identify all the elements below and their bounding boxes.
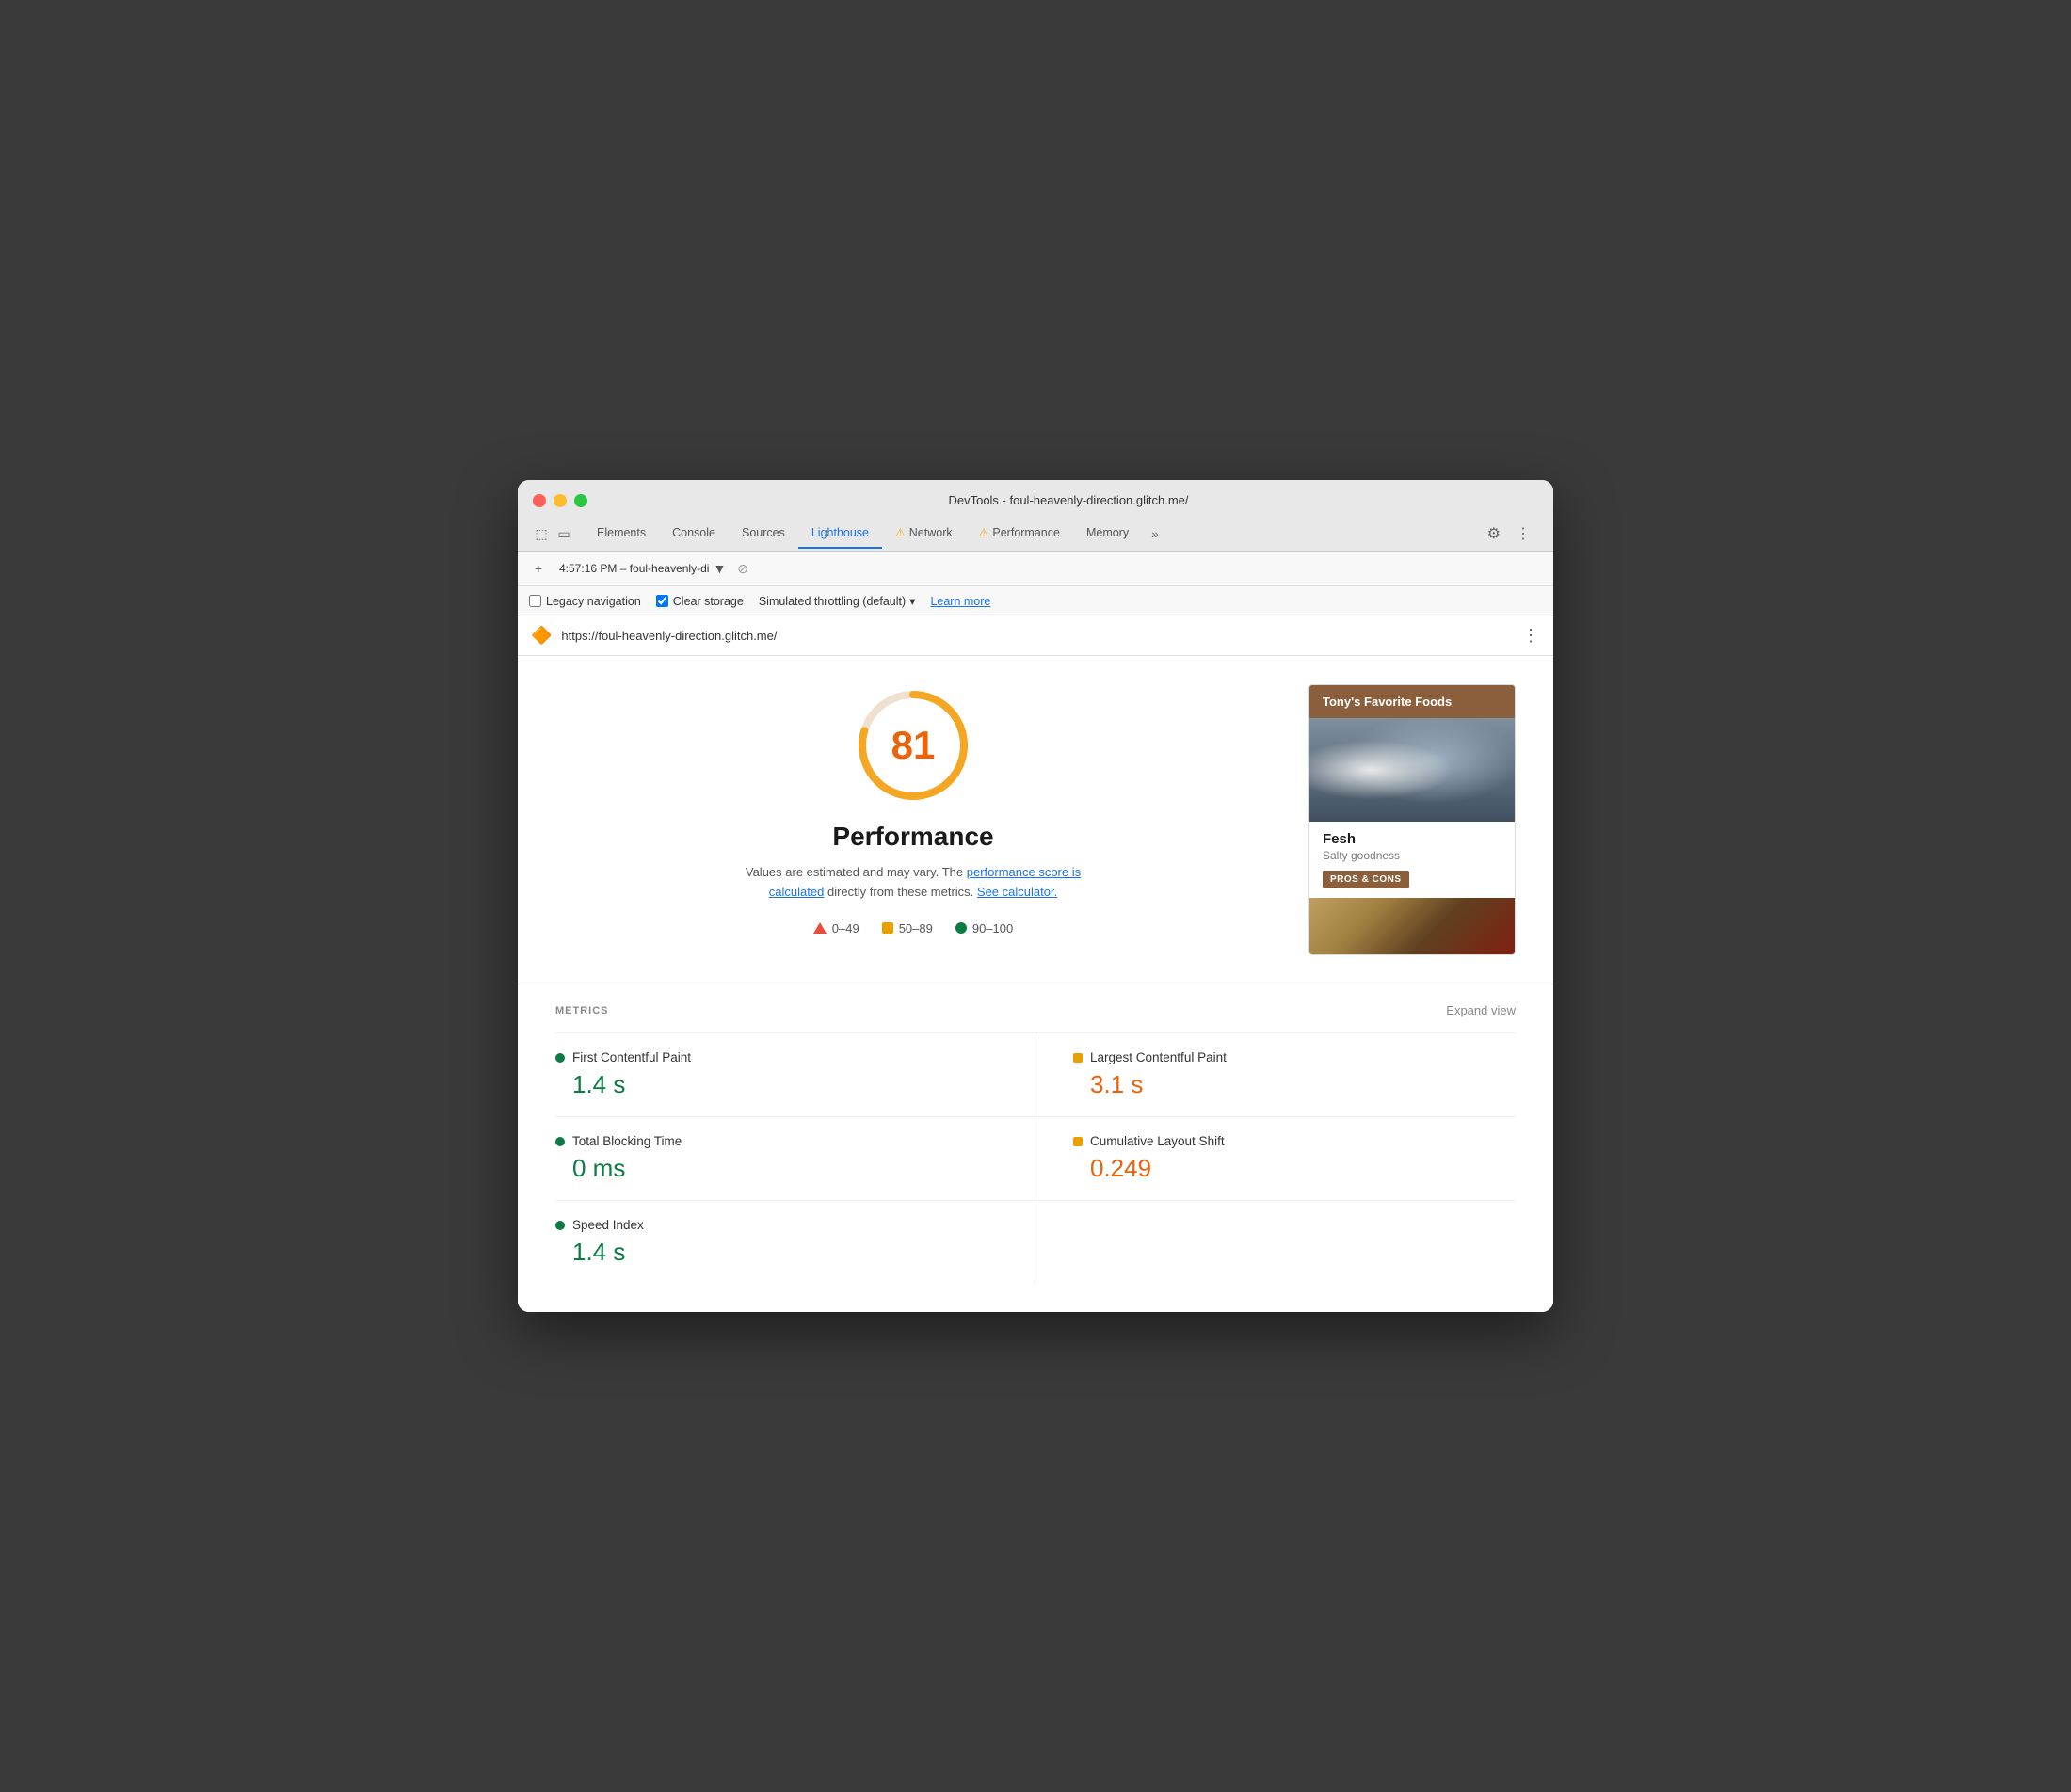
metrics-section-label: METRICS bbox=[555, 1005, 609, 1016]
clear-storage-checkbox[interactable] bbox=[656, 595, 668, 607]
toolbar: + 4:57:16 PM – foul-heavenly-di ▼ ⊘ bbox=[518, 552, 1553, 586]
tab-performance[interactable]: ⚠ Performance bbox=[966, 519, 1073, 549]
warning-icon-network: ⚠ bbox=[895, 526, 906, 539]
metric-tbt: Total Blocking Time 0 ms bbox=[555, 1117, 1036, 1201]
fish-photo bbox=[1309, 718, 1515, 822]
si-label: Speed Index bbox=[572, 1218, 644, 1232]
clear-storage-group: Clear storage bbox=[656, 595, 744, 608]
legend-good: 90–100 bbox=[955, 921, 1013, 936]
score-ring: 81 bbox=[852, 684, 974, 807]
devtools-tabs: ⬚ ▭ Elements Console Sources Lighthouse … bbox=[533, 517, 1538, 551]
preview-card: Tony's Favorite Foods Fesh Salty goodnes… bbox=[1308, 684, 1516, 955]
metric-lcp: Largest Contentful Paint 3.1 s bbox=[1036, 1033, 1516, 1117]
url-more-icon[interactable]: ⋮ bbox=[1522, 626, 1540, 646]
timestamp-display: 4:57:16 PM – foul-heavenly-di ▼ bbox=[559, 561, 726, 576]
cursor-icon[interactable]: ⬚ bbox=[533, 525, 550, 542]
si-value: 1.4 s bbox=[555, 1238, 997, 1267]
legacy-navigation-checkbox[interactable] bbox=[529, 595, 541, 607]
metric-si: Speed Index 1.4 s bbox=[555, 1201, 1036, 1284]
expand-view-button[interactable]: Expand view bbox=[1446, 1003, 1516, 1017]
fcp-label: First Contentful Paint bbox=[572, 1050, 691, 1064]
main-content: 81 Performance Values are estimated and … bbox=[518, 656, 1553, 984]
no-entry-icon[interactable]: ⊘ bbox=[737, 561, 748, 577]
metrics-header: METRICS Expand view bbox=[555, 984, 1516, 1032]
warning-icon-performance: ⚠ bbox=[979, 526, 989, 539]
traffic-lights bbox=[533, 494, 587, 507]
tbt-value: 0 ms bbox=[555, 1154, 997, 1183]
card-item-title: Fesh bbox=[1323, 831, 1501, 847]
tbt-status-icon bbox=[555, 1137, 565, 1146]
tab-network[interactable]: ⚠ Network bbox=[882, 519, 966, 549]
card-header: Tony's Favorite Foods bbox=[1309, 685, 1515, 718]
fcp-status-icon bbox=[555, 1053, 565, 1063]
legend-average: 50–89 bbox=[882, 921, 933, 936]
lcp-status-icon bbox=[1073, 1053, 1083, 1063]
tab-elements[interactable]: Elements bbox=[584, 519, 659, 549]
page-icon: 🔶 bbox=[531, 626, 552, 646]
card-item-subtitle: Salty goodness bbox=[1323, 849, 1501, 862]
lcp-label: Largest Contentful Paint bbox=[1090, 1050, 1227, 1064]
close-button[interactable] bbox=[533, 494, 546, 507]
lcp-value: 3.1 s bbox=[1073, 1070, 1516, 1099]
score-section: 81 Performance Values are estimated and … bbox=[555, 684, 1271, 955]
url-text: https://foul-heavenly-direction.glitch.m… bbox=[561, 629, 1513, 643]
metrics-section: METRICS Expand view First Contentful Pai… bbox=[518, 984, 1553, 1312]
throttle-dropdown-icon: ▾ bbox=[909, 594, 915, 608]
device-icon[interactable]: ▭ bbox=[555, 525, 572, 542]
tab-lighthouse[interactable]: Lighthouse bbox=[798, 519, 882, 549]
calculator-link[interactable]: See calculator. bbox=[977, 885, 1057, 899]
options-bar: Legacy navigation Clear storage Simulate… bbox=[518, 586, 1553, 616]
good-indicator-icon bbox=[955, 922, 967, 934]
metric-fcp: First Contentful Paint 1.4 s bbox=[555, 1033, 1036, 1117]
timestamp-dropdown[interactable]: ▼ bbox=[713, 561, 726, 576]
card-image bbox=[1309, 718, 1515, 822]
pros-cons-button[interactable]: PROS & CONS bbox=[1323, 871, 1409, 888]
score-value: 81 bbox=[891, 723, 936, 768]
add-button[interactable]: + bbox=[529, 559, 548, 578]
devtools-window: DevTools - foul-heavenly-direction.glitc… bbox=[518, 480, 1553, 1312]
legend-poor: 0–49 bbox=[813, 921, 859, 936]
score-description: Values are estimated and may vary. The p… bbox=[734, 863, 1092, 903]
more-options-icon[interactable]: ⋮ bbox=[1508, 517, 1538, 551]
si-status-icon bbox=[555, 1221, 565, 1230]
tab-sources[interactable]: Sources bbox=[729, 519, 798, 549]
window-title: DevTools - foul-heavenly-direction.glitc… bbox=[599, 493, 1538, 507]
throttling-select[interactable]: Simulated throttling (default) ▾ bbox=[759, 594, 916, 608]
poor-indicator-icon bbox=[813, 922, 827, 934]
card-image2 bbox=[1309, 898, 1515, 954]
tab-console[interactable]: Console bbox=[659, 519, 729, 549]
settings-gear-icon[interactable]: ⚙ bbox=[1480, 517, 1508, 551]
minimize-button[interactable] bbox=[554, 494, 567, 507]
maximize-button[interactable] bbox=[574, 494, 587, 507]
legacy-navigation-group: Legacy navigation bbox=[529, 595, 641, 608]
score-legend: 0–49 50–89 90–100 bbox=[813, 921, 1013, 936]
learn-more-link[interactable]: Learn more bbox=[930, 595, 990, 608]
legacy-navigation-label: Legacy navigation bbox=[546, 595, 641, 608]
metric-cls: Cumulative Layout Shift 0.249 bbox=[1036, 1117, 1516, 1201]
metrics-grid: First Contentful Paint 1.4 s Largest Con… bbox=[555, 1033, 1516, 1284]
more-tabs-button[interactable]: » bbox=[1142, 519, 1168, 549]
tab-memory[interactable]: Memory bbox=[1073, 519, 1142, 549]
fcp-value: 1.4 s bbox=[555, 1070, 997, 1099]
cls-label: Cumulative Layout Shift bbox=[1090, 1134, 1225, 1148]
average-indicator-icon bbox=[882, 922, 893, 934]
clear-storage-label: Clear storage bbox=[673, 595, 744, 608]
tbt-label: Total Blocking Time bbox=[572, 1134, 682, 1148]
cls-status-icon bbox=[1073, 1137, 1083, 1146]
card-body: Fesh Salty goodness PROS & CONS bbox=[1309, 822, 1515, 898]
url-bar: 🔶 https://foul-heavenly-direction.glitch… bbox=[518, 616, 1553, 656]
score-label: Performance bbox=[832, 822, 993, 852]
cls-value: 0.249 bbox=[1073, 1154, 1516, 1183]
titlebar: DevTools - foul-heavenly-direction.glitc… bbox=[518, 480, 1553, 552]
